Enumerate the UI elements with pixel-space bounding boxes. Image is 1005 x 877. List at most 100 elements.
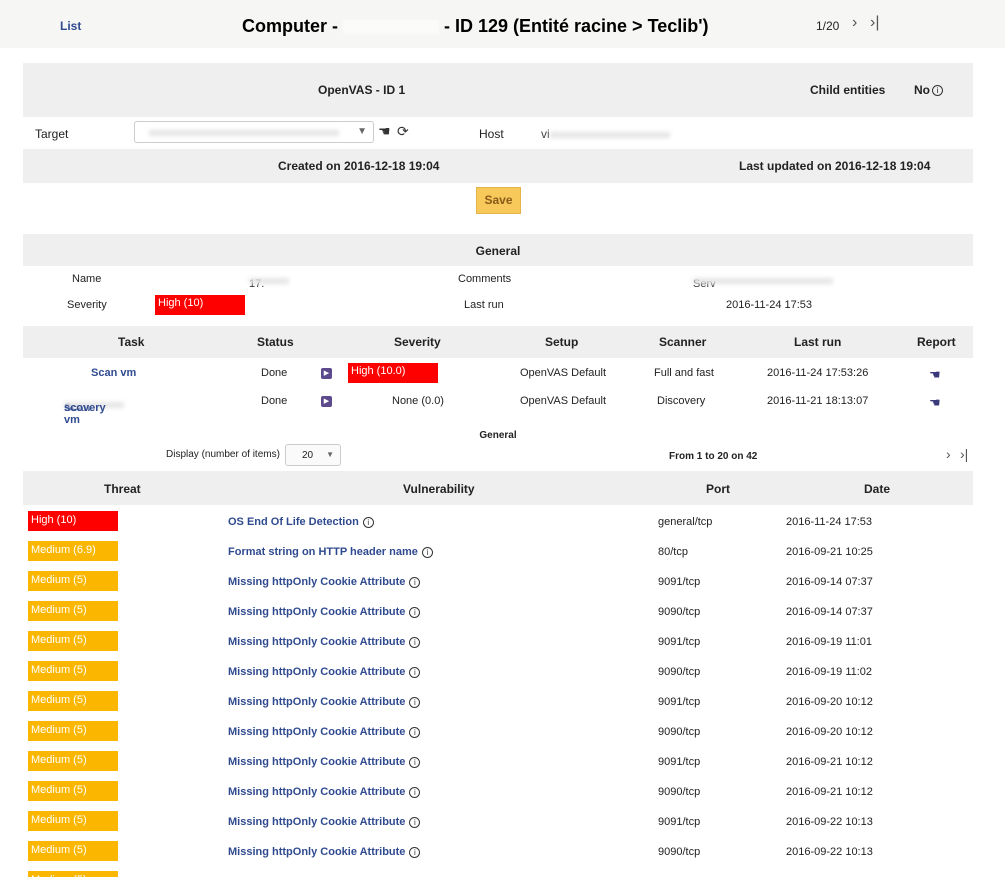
vuln-port: 9091/tcp [658,576,701,588]
col-task: Task [118,335,145,349]
vulnerability-link[interactable]: Missing httpOnly Cookie Attributei [228,696,421,708]
vuln-port: 9091/tcp [658,756,701,768]
vulnerability-link[interactable]: Missing httpOnly Cookie Attributei [228,726,421,738]
child-entities-value: No i [914,83,943,97]
vuln-port: 9090/tcp [658,726,701,738]
vulnerability-name: Missing httpOnly Cookie Attribute [228,636,406,648]
vulnerability-link[interactable]: Missing httpOnly Cookie Attributei [228,636,421,648]
vulnerability-name: Missing httpOnly Cookie Attribute [228,756,406,768]
list-link[interactable]: List [60,19,81,33]
last-page-icon[interactable]: ›| [870,14,879,32]
play-icon[interactable]: ▶ [321,396,332,407]
vuln-date: 2016-09-19 11:02 [786,666,873,678]
task-link[interactable]: Scan vm [91,367,136,379]
save-button[interactable]: Save [476,187,521,214]
col-vulnerability: Vulnerability [403,482,475,496]
page-title-prefix: Computer - [242,16,343,36]
task-name-cell: Scan vm [91,367,136,379]
task-scanner: Discovery [657,395,706,407]
task-status: Done [261,395,288,407]
info-icon[interactable]: i [409,756,421,768]
timestamps-band: Created on 2016-12-18 19:04 Last updated… [23,149,973,183]
vuln-date: 2016-09-22 10:13 [786,816,873,828]
threat-badge-medium: Medium (5) [28,601,118,621]
info-icon[interactable]: i [409,636,421,648]
col-scanner: Scanner [659,335,707,349]
report-icon[interactable]: ☚ [929,367,941,383]
chevron-down-icon: ▼ [357,126,367,137]
threat-badge-medium: Medium (5) [28,781,118,801]
vuln-row: Medium (5)Missing httpOnly Cookie Attrib… [23,867,973,877]
item-name: OpenVAS - ID 1 [318,83,406,97]
refresh-icon[interactable]: ⟳ [397,123,409,140]
info-icon[interactable]: i [932,85,943,97]
vuln-row: Medium (5) Missing httpOnly Cookie Attrib… [23,567,973,597]
target-label: Target [35,127,69,141]
vulnerability-link[interactable]: Missing httpOnly Cookie Attributei [228,576,421,588]
vulnerability-link[interactable]: Missing httpOnly Cookie Attributei [228,816,421,828]
col-port: Port [706,482,730,496]
next-page-icon[interactable]: › [946,446,951,462]
vuln-date: 2016-11-24 17:53 [786,516,873,528]
vulnerability-link[interactable]: Missing httpOnly Cookie Attributei [228,786,421,798]
vuln-date: 2016-09-14 07:37 [786,606,873,618]
info-icon[interactable]: i [409,666,421,678]
vuln-port: general/tcp [658,516,713,528]
severity-badge-high: High (10.0) [348,363,438,383]
info-icon[interactable]: i [421,546,433,558]
threat-badge-medium: Medium (5) [28,691,118,711]
target-row: Target ▼ ☚ ⟳ Host vi [23,118,973,148]
created-date: Created on 2016-12-18 19:04 [278,159,440,173]
next-page-icon[interactable]: › [852,14,857,32]
info-icon[interactable]: i [409,816,421,828]
chevron-down-icon: ▼ [326,450,334,459]
last-page-icon[interactable]: ›| [960,446,968,462]
vuln-port: 9091/tcp [658,816,701,828]
vulnerability-link[interactable]: OS End Of Life Detection i [228,516,374,528]
vuln-date: 2016-09-20 10:12 [786,726,873,738]
hand-pointer-icon[interactable]: ☚ [378,123,391,140]
vulnerability-name: Missing httpOnly Cookie Attribute [228,816,406,828]
play-icon[interactable]: ▶ [321,368,332,379]
vuln-row: Medium (5) Missing httpOnly Cookie Attrib… [23,747,973,777]
threat-badge-medium: Medium (5) [28,721,118,741]
report-icon[interactable]: ☚ [929,395,941,411]
info-icon[interactable]: i [409,696,421,708]
col-report: Report [917,335,956,349]
task-status: Done [261,367,288,379]
threat-badge-medium: Medium (5) [28,871,118,877]
vulnerability-link[interactable]: Missing httpOnly Cookie Attributei [228,666,421,678]
vuln-date: 2016-09-21 10:12 [786,756,873,768]
target-select-value [149,130,339,136]
threat-badge-medium: Medium (5) [28,811,118,831]
general-section-header: General [23,234,973,266]
info-icon[interactable]: i [409,606,421,618]
vuln-row: Medium (5) Missing httpOnly Cookie Attrib… [23,777,973,807]
vuln-port: 80/tcp [658,546,688,558]
info-icon[interactable]: i [409,786,421,798]
vulnerability-link[interactable]: Missing httpOnly Cookie Attributei [228,846,421,858]
info-icon[interactable]: i [409,726,421,738]
display-count-select[interactable]: 20 ▼ [285,444,341,466]
vuln-row: Medium (5)Missing httpOnly Cookie Attrib… [23,657,973,687]
vulnerability-link[interactable]: Missing httpOnly Cookie Attributei [228,606,421,618]
page-title: Computer - - ID 129 (Entité racine > Tec… [242,16,709,37]
updated-date: Last updated on 2016-12-18 19:04 [739,159,931,173]
vuln-row: Medium (5) Missing httpOnly Cookie Attrib… [23,717,973,747]
vulnerability-link[interactable]: Missing httpOnly Cookie Attributei [228,756,421,768]
vuln-port: 9091/tcp [658,696,701,708]
info-icon[interactable]: i [409,846,421,858]
info-icon[interactable]: i [362,516,374,528]
task-last-run: 2016-11-24 17:53:26 [767,367,869,379]
redacted-name [343,20,439,35]
info-icon[interactable]: i [409,576,421,588]
col-threat: Threat [104,482,141,496]
target-select[interactable]: ▼ [134,121,374,143]
vulnerability-link[interactable]: Format string on HTTP header name i [228,546,433,558]
task-table-header: Task Status Severity Setup Scanner Last … [23,326,973,358]
task-scanner: Full and fast [654,367,714,379]
threat-badge-medium: Medium (5) [28,631,118,651]
threat-badge-medium: Medium (5) [28,571,118,591]
threat-badge-medium: Medium (5) [28,751,118,771]
vuln-table-header: Threat Vulnerability Port Date [23,471,973,505]
